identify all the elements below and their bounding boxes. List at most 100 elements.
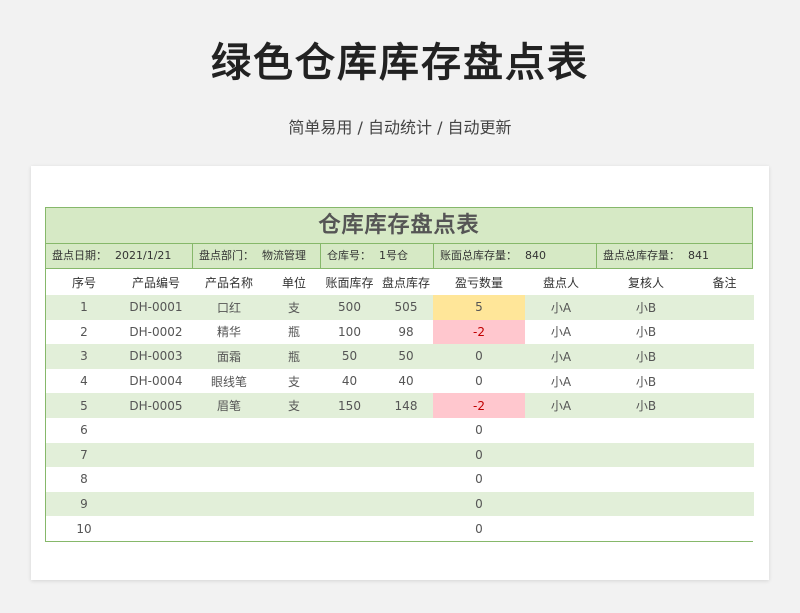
table-cell[interactable]: DH-0003 (122, 344, 190, 369)
table-cell[interactable] (122, 491, 190, 517)
table-cell[interactable]: 小A (525, 393, 597, 418)
table-cell[interactable]: 3 (46, 344, 122, 369)
table-cell[interactable] (695, 417, 754, 443)
table-cell[interactable]: 0 (433, 417, 525, 443)
column-header[interactable]: 产品编号 (122, 269, 190, 295)
table-cell[interactable]: 10 (46, 516, 122, 541)
table-cell[interactable] (379, 442, 433, 468)
table-cell[interactable]: 小B (597, 344, 695, 369)
table-cell[interactable]: -2 (433, 319, 525, 345)
table-cell[interactable]: 小B (597, 393, 695, 418)
table-cell[interactable]: 148 (379, 393, 433, 418)
table-cell[interactable] (525, 467, 597, 492)
table-cell[interactable]: 7 (46, 442, 122, 468)
table-cell[interactable] (320, 467, 379, 492)
table-cell[interactable] (268, 442, 320, 468)
table-cell[interactable] (597, 491, 695, 517)
column-header[interactable]: 账面库存 (320, 269, 379, 295)
table-cell[interactable]: 支 (268, 295, 320, 320)
table-cell[interactable]: 面霜 (190, 344, 268, 369)
table-cell[interactable]: 50 (320, 344, 379, 369)
table-cell[interactable]: 小A (525, 295, 597, 320)
table-cell[interactable] (268, 467, 320, 492)
column-header[interactable]: 单位 (268, 269, 320, 295)
table-cell[interactable] (695, 516, 754, 541)
info-book-total-cell[interactable]: 账面总库存量： 840 (434, 244, 597, 268)
table-cell[interactable]: 150 (320, 393, 379, 418)
table-cell[interactable] (597, 442, 695, 468)
table-cell[interactable] (122, 467, 190, 492)
info-dept-cell[interactable]: 盘点部门： 物流管理 (193, 244, 321, 268)
table-cell[interactable] (190, 417, 268, 443)
table-cell[interactable] (597, 467, 695, 492)
table-cell[interactable] (695, 319, 754, 345)
table-cell[interactable] (695, 344, 754, 369)
table-cell[interactable] (320, 417, 379, 443)
table-cell[interactable] (122, 516, 190, 541)
table-cell[interactable]: DH-0004 (122, 368, 190, 394)
table-cell[interactable]: 1 (46, 295, 122, 320)
info-date-cell[interactable]: 盘点日期： 2021/1/21 (46, 244, 193, 268)
table-cell[interactable]: 40 (379, 368, 433, 394)
table-cell[interactable]: 小A (525, 368, 597, 394)
table-cell[interactable] (320, 442, 379, 468)
info-count-total-cell[interactable]: 盘点总库存量： 841 (597, 244, 752, 268)
table-cell[interactable]: 9 (46, 491, 122, 517)
table-cell[interactable]: 40 (320, 368, 379, 394)
table-cell[interactable]: 小B (597, 319, 695, 345)
table-cell[interactable] (379, 467, 433, 492)
table-cell[interactable]: 5 (433, 295, 525, 320)
table-cell[interactable]: -2 (433, 393, 525, 418)
table-cell[interactable] (379, 417, 433, 443)
table-cell[interactable] (268, 491, 320, 517)
table-cell[interactable]: 支 (268, 393, 320, 418)
table-cell[interactable]: 6 (46, 417, 122, 443)
column-header[interactable]: 盈亏数量 (433, 269, 525, 295)
table-cell[interactable]: 支 (268, 368, 320, 394)
info-warehouse-cell[interactable]: 仓库号： 1号仓 (321, 244, 434, 268)
table-cell[interactable]: 小B (597, 295, 695, 320)
table-cell[interactable]: 0 (433, 491, 525, 517)
table-cell[interactable] (320, 516, 379, 541)
table-cell[interactable]: 精华 (190, 319, 268, 345)
table-cell[interactable] (268, 417, 320, 443)
table-cell[interactable]: 0 (433, 368, 525, 394)
table-cell[interactable]: 小A (525, 344, 597, 369)
table-cell[interactable]: 0 (433, 467, 525, 492)
table-cell[interactable] (597, 516, 695, 541)
table-cell[interactable] (695, 368, 754, 394)
table-cell[interactable] (695, 295, 754, 320)
table-cell[interactable]: 0 (433, 344, 525, 369)
column-header[interactable]: 复核人 (597, 269, 695, 295)
table-cell[interactable] (320, 491, 379, 517)
table-cell[interactable]: 500 (320, 295, 379, 320)
table-cell[interactable]: 口红 (190, 295, 268, 320)
table-cell[interactable]: 50 (379, 344, 433, 369)
table-cell[interactable]: DH-0001 (122, 295, 190, 320)
column-header[interactable]: 备注 (695, 269, 754, 295)
table-cell[interactable] (122, 417, 190, 443)
table-cell[interactable] (379, 516, 433, 541)
table-cell[interactable] (190, 467, 268, 492)
column-header[interactable]: 盘点库存 (379, 269, 433, 295)
table-cell[interactable] (695, 491, 754, 517)
table-cell[interactable] (190, 442, 268, 468)
table-cell[interactable]: 0 (433, 516, 525, 541)
table-cell[interactable]: 5 (46, 393, 122, 418)
table-cell[interactable]: 瓶 (268, 319, 320, 345)
table-cell[interactable] (525, 417, 597, 443)
table-cell[interactable] (379, 491, 433, 517)
column-header[interactable]: 盘点人 (525, 269, 597, 295)
table-cell[interactable]: 505 (379, 295, 433, 320)
table-cell[interactable]: DH-0005 (122, 393, 190, 418)
table-cell[interactable] (695, 393, 754, 418)
table-cell[interactable]: 0 (433, 442, 525, 468)
table-cell[interactable] (695, 442, 754, 468)
table-cell[interactable] (525, 442, 597, 468)
table-cell[interactable]: 小A (525, 319, 597, 345)
column-header[interactable]: 序号 (46, 269, 122, 295)
table-cell[interactable]: 小B (597, 368, 695, 394)
table-cell[interactable]: 98 (379, 319, 433, 345)
table-cell[interactable] (525, 516, 597, 541)
table-cell[interactable] (597, 417, 695, 443)
